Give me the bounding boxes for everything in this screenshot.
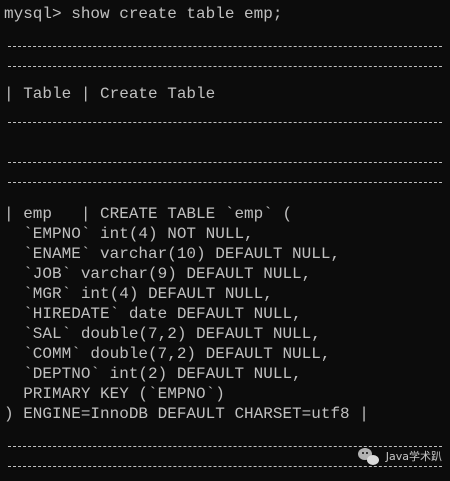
- table-body-line: `MGR` int(4) DEFAULT NULL,: [4, 285, 273, 303]
- table-body-line: `JOB` varchar(9) DEFAULT NULL,: [4, 265, 312, 283]
- table-body-line: `DEPTNO` int(2) DEFAULT NULL,: [4, 365, 302, 383]
- table-border-mid-dash-2: [4, 152, 446, 172]
- table-body-line: `HIREDATE` date DEFAULT NULL,: [4, 305, 302, 323]
- table-body-line: `SAL` double(7,2) DEFAULT NULL,: [4, 325, 321, 343]
- table-border-mid-dash-3: [4, 172, 446, 192]
- watermark: Java学术趴: [357, 447, 442, 467]
- wechat-icon: [357, 448, 380, 466]
- command-prompt: mysql> show create table emp;: [4, 5, 283, 23]
- table-body-line: `ENAME` varchar(10) DEFAULT NULL,: [4, 245, 341, 263]
- terminal-window[interactable]: mysql> show create table emp; +-------+ …: [0, 0, 450, 481]
- table-body-line: `COMM` double(7,2) DEFAULT NULL,: [4, 345, 331, 363]
- table-body-line: PRIMARY KEY (`EMPNO`): [4, 385, 225, 403]
- table-header-row: | Table | Create Table: [4, 85, 216, 103]
- table-body-line: | emp | CREATE TABLE `emp` (: [4, 205, 293, 223]
- table-border-mid-dash-1: [4, 112, 446, 132]
- table-border-top-dash-1: [4, 36, 446, 56]
- table-border-top-dash-2: [4, 56, 446, 76]
- watermark-label: Java学术趴: [385, 450, 442, 463]
- table-body-line: `EMPNO` int(4) NOT NULL,: [4, 225, 254, 243]
